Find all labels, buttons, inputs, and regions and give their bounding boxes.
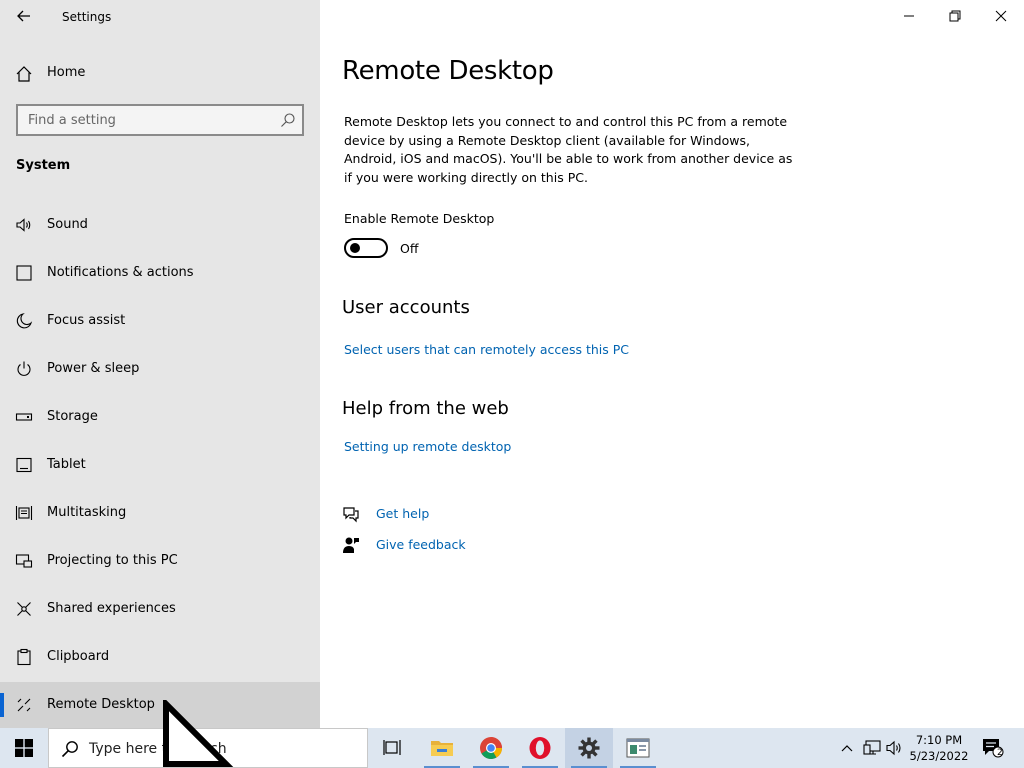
user-accounts-heading: User accounts bbox=[342, 297, 470, 318]
sidebar-item-label: Home bbox=[47, 65, 86, 80]
sidebar-item-shared-experiences[interactable]: Shared experiences bbox=[0, 586, 320, 632]
restore-icon bbox=[949, 10, 961, 22]
sidebar-item-label: Projecting to this PC bbox=[47, 553, 178, 568]
taskbar-search-box[interactable]: Type here to search bbox=[48, 728, 368, 768]
minimize-icon bbox=[904, 15, 914, 17]
volume-control[interactable] bbox=[884, 728, 906, 768]
sidebar-item-label: Focus assist bbox=[47, 313, 126, 328]
chrome-icon bbox=[480, 737, 502, 759]
taskbar: Type here to search 7:10 PM 5/23/2022 2 bbox=[0, 728, 1024, 768]
folder-icon bbox=[431, 741, 453, 756]
give-feedback-label: Give feedback bbox=[376, 537, 466, 552]
enable-remote-desktop-toggle[interactable] bbox=[344, 238, 388, 258]
taskbar-clock[interactable]: 7:10 PM 5/23/2022 bbox=[906, 730, 972, 766]
sidebar-item-label: Storage bbox=[47, 409, 98, 424]
sidebar-item-label: Notifications & actions bbox=[47, 265, 194, 280]
find-setting-input[interactable] bbox=[18, 106, 270, 134]
get-help-icon bbox=[343, 507, 359, 523]
close-icon bbox=[995, 10, 1007, 22]
sidebar-item-label: Remote Desktop bbox=[47, 697, 155, 712]
sidebar-item-tablet[interactable]: Tablet bbox=[0, 442, 320, 488]
select-users-link[interactable]: Select users that can remotely access th… bbox=[344, 342, 629, 357]
taskbar-chrome[interactable] bbox=[467, 728, 515, 768]
tablet-icon bbox=[16, 457, 32, 473]
clock-time: 7:10 PM bbox=[915, 733, 963, 747]
start-button[interactable] bbox=[0, 728, 48, 768]
projector-icon bbox=[15, 554, 33, 568]
sidebar-item-multitasking[interactable]: Multitasking bbox=[0, 490, 320, 536]
setup-remote-desktop-link[interactable]: Setting up remote desktop bbox=[344, 439, 511, 454]
sidebar-item-sound[interactable]: Sound bbox=[0, 202, 320, 248]
sidebar-item-home[interactable]: Home bbox=[0, 56, 320, 90]
section-title: System bbox=[16, 158, 71, 173]
gear-icon bbox=[578, 737, 600, 759]
shared-experiences-icon bbox=[17, 602, 31, 616]
task-view-icon bbox=[383, 740, 401, 755]
action-center-button[interactable]: 2 bbox=[978, 728, 1008, 768]
multitasking-icon bbox=[15, 506, 33, 520]
back-arrow-icon bbox=[17, 10, 30, 22]
find-setting-search[interactable] bbox=[16, 104, 304, 136]
help-heading: Help from the web bbox=[342, 398, 509, 419]
sidebar-item-storage[interactable]: Storage bbox=[0, 394, 320, 440]
sidebar-item-clipboard[interactable]: Clipboard bbox=[0, 634, 320, 680]
windows-logo-icon bbox=[15, 739, 33, 757]
get-help-label: Get help bbox=[376, 506, 430, 521]
moon-icon bbox=[16, 313, 33, 329]
search-icon bbox=[61, 741, 78, 758]
sidebar-item-focus-assist[interactable]: Focus assist bbox=[0, 298, 320, 344]
volume-icon bbox=[886, 740, 901, 756]
taskbar-opera[interactable] bbox=[516, 728, 564, 768]
restore-button[interactable] bbox=[932, 0, 978, 32]
network-status[interactable] bbox=[860, 728, 884, 768]
toggle-label: Enable Remote Desktop bbox=[344, 211, 495, 226]
back-button[interactable] bbox=[10, 4, 38, 28]
taskbar-task-view[interactable] bbox=[368, 728, 416, 768]
search-icon[interactable] bbox=[280, 112, 296, 128]
show-hidden-icons[interactable] bbox=[836, 728, 858, 768]
storage-icon bbox=[15, 413, 33, 421]
speaker-icon bbox=[16, 218, 31, 232]
app-title: Settings bbox=[62, 10, 112, 24]
taskbar-remote-app[interactable] bbox=[614, 728, 662, 768]
sidebar-item-label: Power & sleep bbox=[47, 361, 140, 376]
remote-desktop-icon bbox=[17, 698, 31, 712]
settings-sidebar: Settings Home System Sound Notifications… bbox=[0, 0, 320, 728]
taskbar-settings[interactable] bbox=[565, 728, 613, 768]
taskbar-search-placeholder: Type here to search bbox=[89, 741, 227, 757]
chevron-up-icon bbox=[841, 745, 853, 752]
clipboard-icon bbox=[17, 648, 31, 666]
app-window-icon bbox=[626, 738, 650, 758]
sidebar-item-projecting[interactable]: Projecting to this PC bbox=[0, 538, 320, 584]
page-title: Remote Desktop bbox=[342, 56, 554, 86]
sidebar-item-remote-desktop[interactable]: Remote Desktop bbox=[0, 682, 320, 728]
sidebar-item-label: Shared experiences bbox=[47, 601, 176, 616]
clock-date: 5/23/2022 bbox=[909, 749, 969, 763]
notification-count-badge: 2 bbox=[997, 748, 1003, 758]
taskbar-file-explorer[interactable] bbox=[418, 728, 466, 768]
selection-indicator bbox=[0, 693, 4, 717]
page-description: Remote Desktop lets you connect to and c… bbox=[344, 114, 793, 185]
toggle-knob bbox=[350, 243, 360, 253]
feedback-icon bbox=[343, 537, 359, 553]
settings-content: Remote Desktop Remote Desktop lets you c… bbox=[320, 0, 1024, 728]
close-button[interactable] bbox=[978, 0, 1024, 32]
sidebar-item-power-sleep[interactable]: Power & sleep bbox=[0, 346, 320, 392]
home-icon bbox=[16, 66, 32, 82]
power-icon bbox=[17, 361, 31, 376]
sidebar-item-label: Multitasking bbox=[47, 505, 127, 520]
notification-icon bbox=[16, 265, 32, 281]
sidebar-item-notifications[interactable]: Notifications & actions bbox=[0, 250, 320, 296]
network-icon bbox=[863, 740, 881, 755]
sidebar-item-label: Clipboard bbox=[47, 649, 110, 664]
sidebar-item-label: Tablet bbox=[47, 457, 86, 472]
sidebar-item-label: Sound bbox=[47, 217, 88, 232]
toggle-state-text: Off bbox=[400, 241, 419, 256]
opera-icon bbox=[529, 737, 551, 759]
minimize-button[interactable] bbox=[886, 0, 932, 32]
